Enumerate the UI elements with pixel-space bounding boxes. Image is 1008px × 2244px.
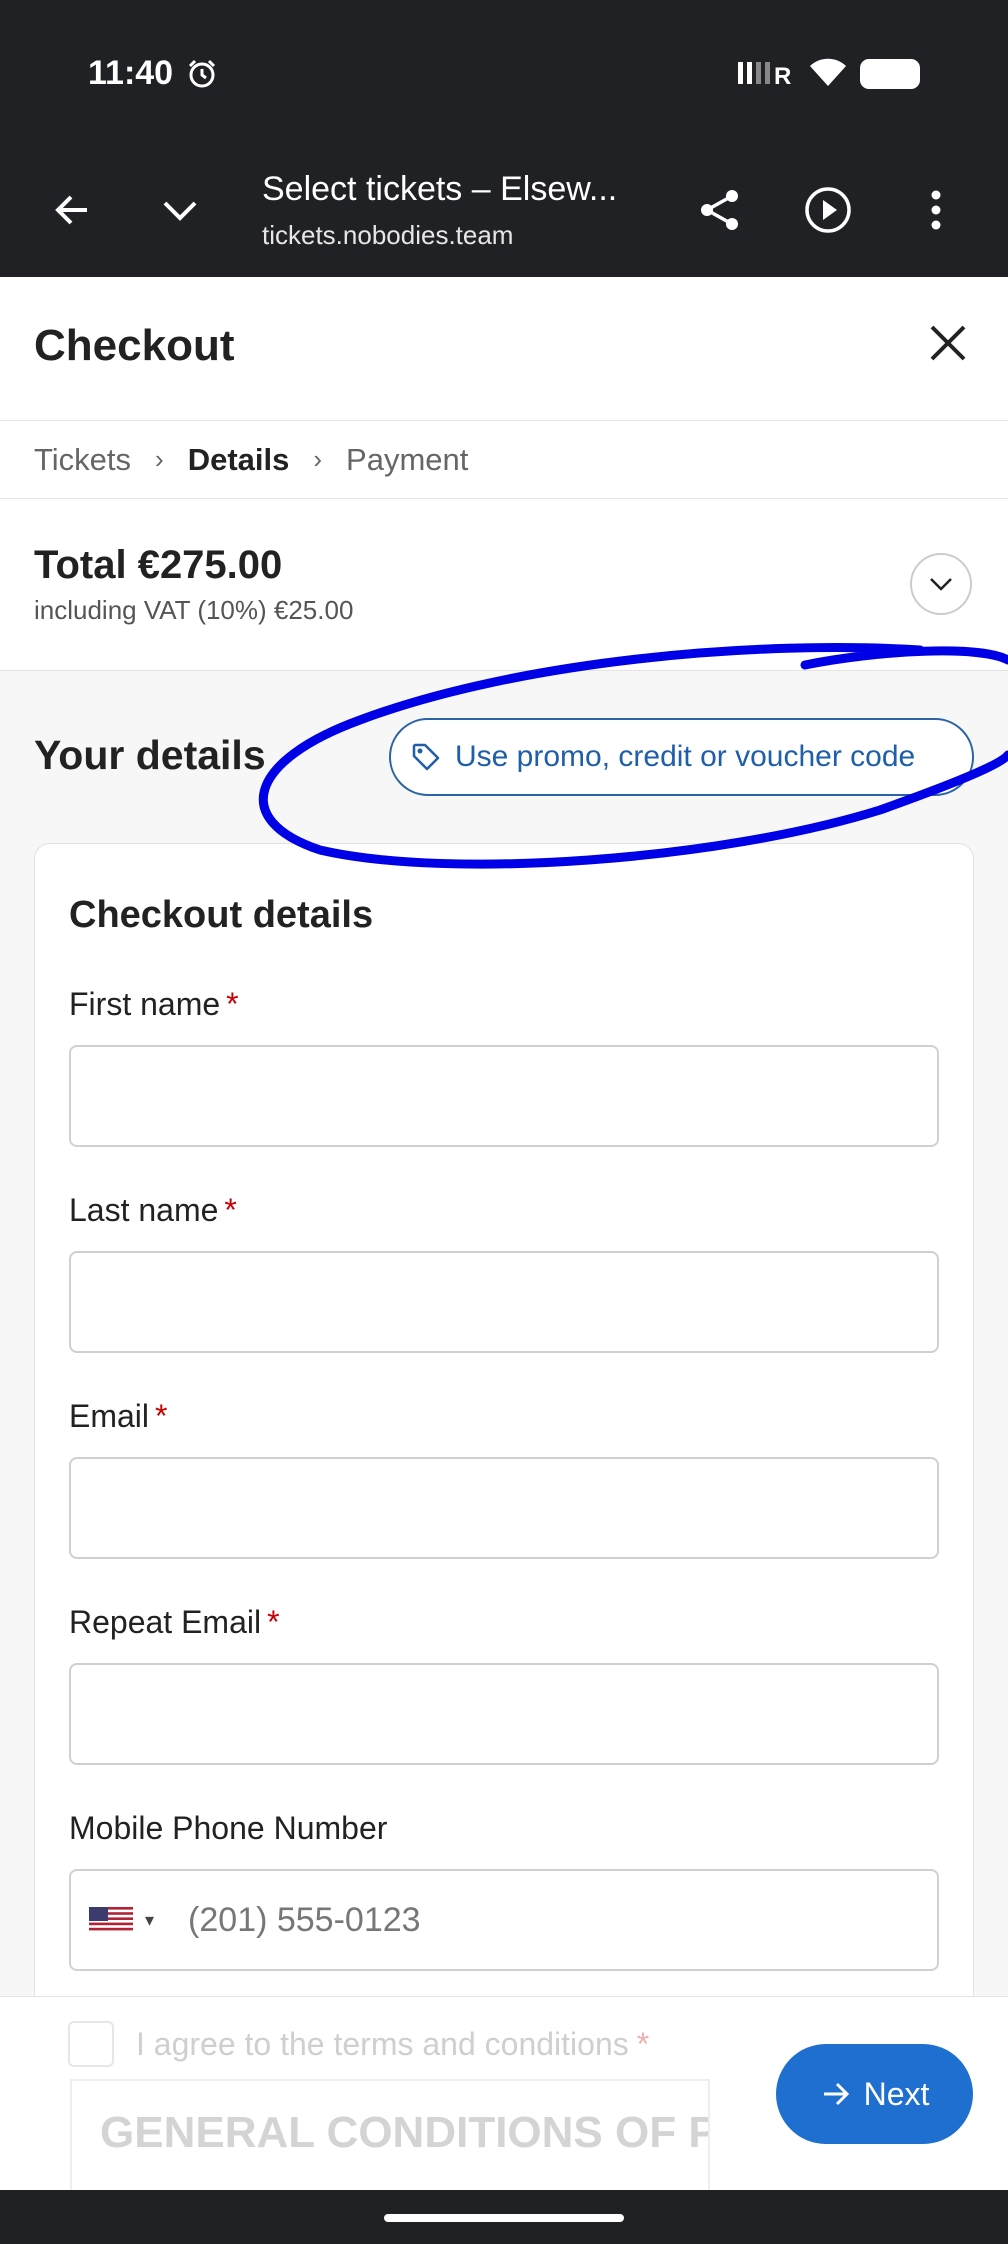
repeat-email-label: Repeat Email * (69, 1604, 280, 1640)
breadcrumb: Tickets › Details › Payment (0, 421, 1008, 499)
next-label: Next (863, 2075, 930, 2112)
breadcrumb-tickets[interactable]: Tickets (34, 442, 131, 478)
checkout-title: Checkout (34, 321, 235, 370)
chevron-down-icon (930, 578, 952, 591)
last-name-input[interactable] (69, 1251, 939, 1353)
page-title[interactable]: Select tickets – Elsew... (262, 170, 617, 209)
chevron-right-icon: › (313, 444, 323, 474)
last-name-label: Last name * (69, 1192, 237, 1228)
promo-code-button[interactable]: Use promo, credit or voucher code (389, 718, 974, 796)
breadcrumb-details: Details (187, 441, 290, 477)
battery-icon (860, 59, 920, 89)
wifi-icon (810, 58, 846, 86)
terms-text-box: GENERAL CONDITIONS OF PARTICIPATION AND … (70, 2079, 710, 2199)
more-vert-icon[interactable] (906, 180, 966, 240)
email-label: Email * (69, 1398, 168, 1434)
terms-agree-row[interactable]: I agree to the terms and conditions * (68, 2021, 649, 2067)
phone-placeholder: (201) 555-0123 (188, 1900, 421, 1939)
close-icon[interactable] (924, 319, 972, 367)
url-text[interactable]: tickets.nobodies.team (262, 220, 513, 251)
status-bar: 11:40 R (0, 0, 1008, 150)
chevron-down-icon[interactable] (150, 180, 210, 240)
phone-label: Mobile Phone Number (69, 1810, 388, 1846)
email-input[interactable] (69, 1457, 939, 1559)
next-button[interactable]: Next (776, 2044, 973, 2144)
checkout-header: Checkout (0, 277, 1008, 421)
terms-agree-label: I agree to the terms and conditions (136, 2025, 629, 2062)
us-flag-icon[interactable] (89, 1907, 133, 1933)
total-amount: Total €275.00 (34, 543, 283, 587)
breadcrumb-payment: Payment (346, 441, 469, 477)
svg-text:R: R (774, 63, 791, 88)
arrow-right-icon (823, 2082, 849, 2106)
repeat-email-input[interactable] (69, 1663, 939, 1765)
status-time: 11:40 (88, 54, 174, 92)
home-handle[interactable] (384, 2214, 624, 2222)
checkout-details-heading: Checkout details (69, 894, 374, 936)
order-total: Total €275.00 including VAT (10%) €25.00 (0, 499, 1008, 671)
country-caret-icon[interactable]: ▾ (145, 1910, 154, 1931)
first-name-input[interactable] (69, 1045, 939, 1147)
system-nav-bar (0, 2190, 1008, 2244)
signal-icon: R (738, 62, 791, 88)
promo-label: Use promo, credit or voucher code (455, 740, 916, 773)
phone-input[interactable]: ▾ (201) 555-0123 (69, 1869, 939, 1971)
vat-text: including VAT (10%) €25.00 (34, 595, 354, 625)
chevron-right-icon: › (155, 444, 164, 474)
play-icon[interactable] (798, 180, 858, 240)
checkout-details-card: Checkout details First name * Last name * … (34, 843, 974, 2043)
expand-total-button[interactable] (910, 553, 972, 615)
tag-icon (412, 743, 440, 771)
browser-toolbar: Select tickets – Elsew... tickets.nobodi… (0, 150, 1008, 277)
your-details-heading: Your details (34, 732, 266, 778)
back-arrow-icon[interactable] (42, 180, 102, 240)
first-name-label: First name * (69, 986, 239, 1022)
share-icon[interactable] (690, 180, 750, 240)
terms-checkbox[interactable] (68, 2021, 114, 2067)
terms-heading: GENERAL CONDITIONS OF PARTICIPATION AND … (100, 2108, 708, 2157)
alarm-icon (188, 59, 216, 88)
